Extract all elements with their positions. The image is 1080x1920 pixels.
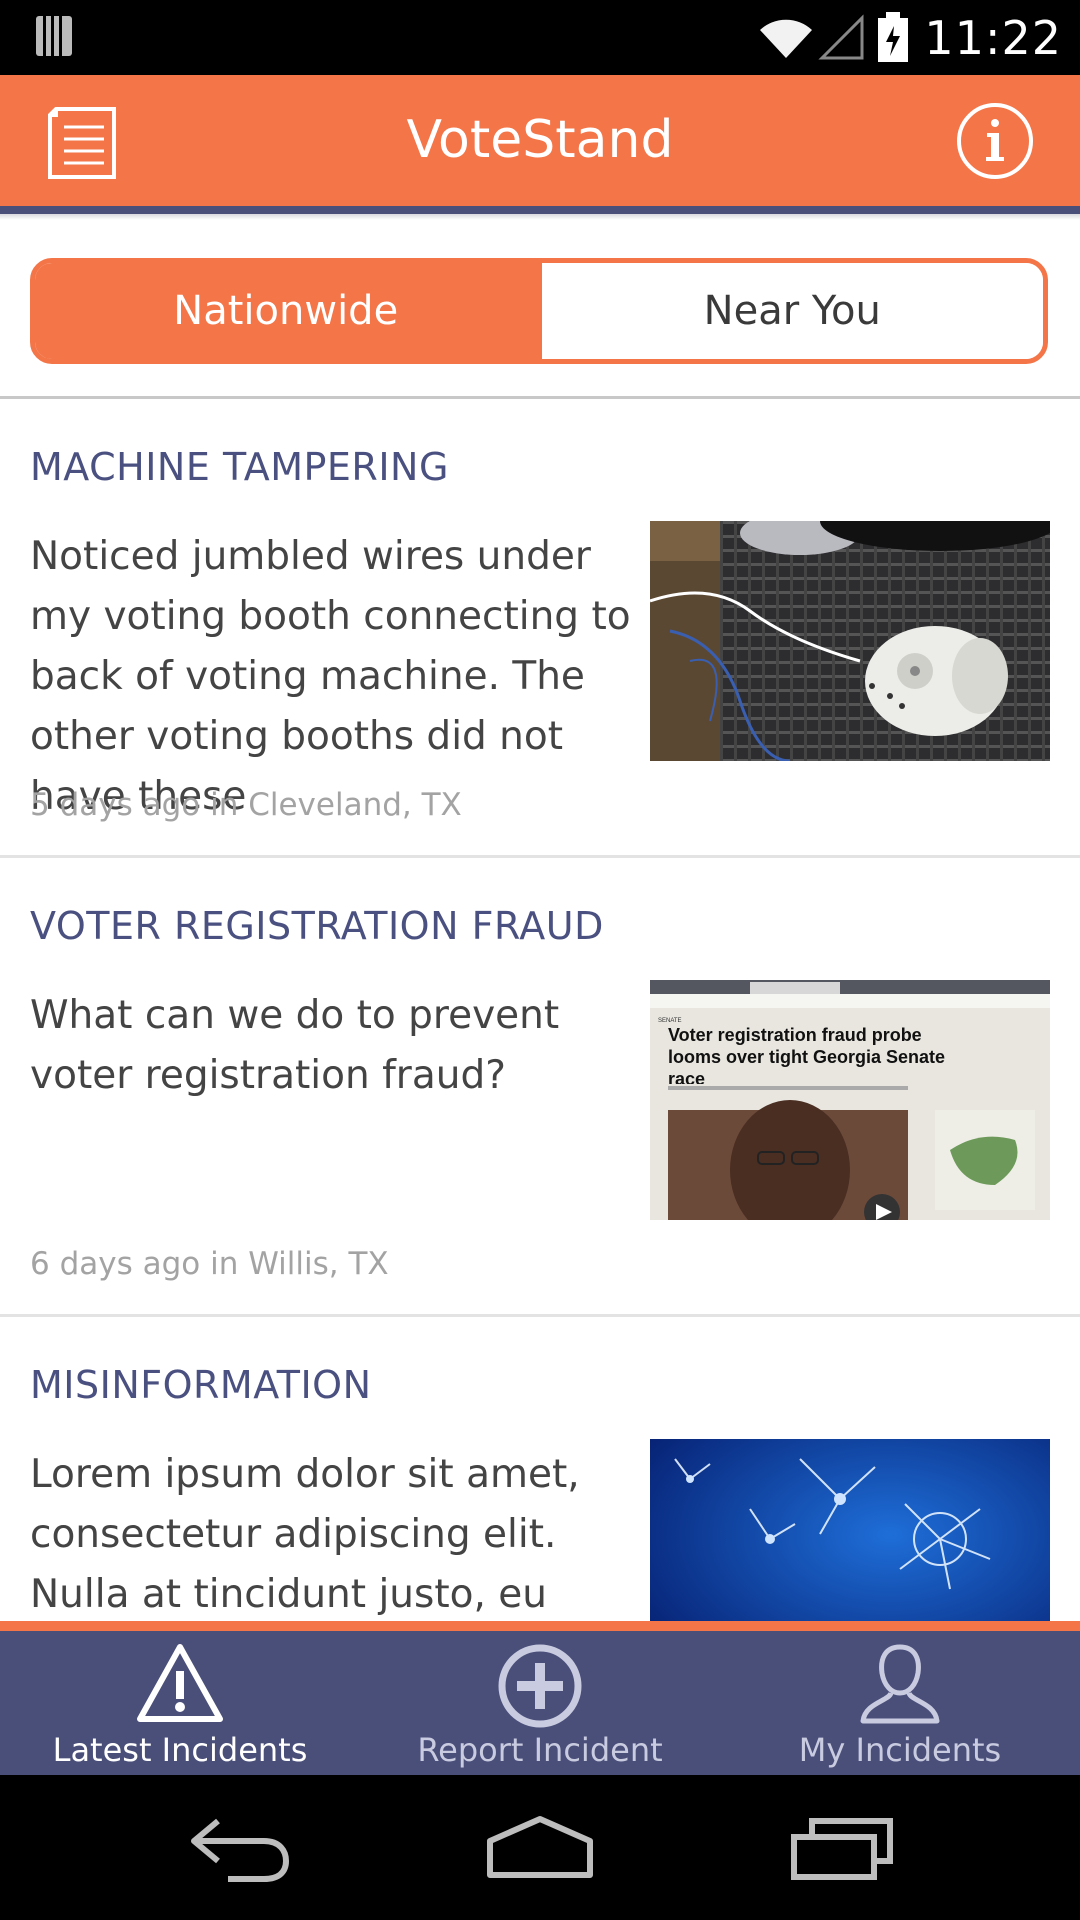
app-bar: VoteStand	[0, 75, 1080, 206]
app-bar-underline	[0, 206, 1080, 214]
system-nav-bar	[0, 1775, 1080, 1920]
scope-segmented-control: Nationwide Near You	[30, 258, 1048, 364]
incident-meta: 6 days ago in Willis, TX	[30, 1246, 389, 1282]
incident-meta: 5 days ago in Cleveland, TX	[30, 787, 462, 823]
incident-text: Noticed jumbled wires under my voting bo…	[30, 534, 631, 819]
incident-card[interactable]: MISINFORMATION Lorem ipsum dolor sit ame…	[0, 1317, 1080, 1621]
incident-category: MACHINE TAMPERING	[30, 445, 449, 489]
plus-circle-icon	[498, 1644, 582, 1728]
nav-label: Report Incident	[417, 1731, 663, 1769]
app-bar-shadow	[0, 214, 1080, 220]
incident-feed[interactable]: MACHINE TAMPERING Noticed jumbled wires …	[0, 399, 1080, 1621]
wifi-icon	[760, 19, 813, 58]
warning-icon	[137, 1644, 223, 1722]
person-icon	[860, 1644, 940, 1724]
segment-near-you[interactable]: Near You	[536, 263, 1043, 359]
status-time: 11:22	[924, 10, 1062, 65]
info-icon[interactable]	[956, 102, 1034, 180]
status-bar: 11:22	[0, 0, 1080, 75]
nav-my-incidents[interactable]: My Incidents	[720, 1631, 1080, 1775]
nav-label: My Incidents	[798, 1731, 1002, 1769]
nav-report-incident[interactable]: Report Incident	[360, 1631, 720, 1775]
incident-card[interactable]: MACHINE TAMPERING Noticed jumbled wires …	[0, 399, 1080, 858]
bottom-nav-accent	[0, 1621, 1080, 1631]
incident-category: VOTER REGISTRATION FRAUD	[30, 904, 604, 948]
incident-category: MISINFORMATION	[30, 1363, 372, 1407]
incident-thumbnail[interactable]: SENATE Voter registration fraud probe lo…	[650, 980, 1050, 1220]
incident-thumbnail[interactable]	[650, 1439, 1050, 1621]
incident-text: What can we do to prevent voter registra…	[30, 993, 560, 1098]
nav-latest-incidents[interactable]: Latest Incidents	[0, 1631, 360, 1775]
notification-icon	[36, 16, 72, 56]
incident-card[interactable]: VOTER REGISTRATION FRAUD What can we do …	[0, 858, 1080, 1317]
app-title: VoteStand	[406, 110, 674, 170]
incident-text: Lorem ipsum dolor sit amet, consectetur …	[30, 1452, 580, 1617]
home-icon[interactable]	[484, 1813, 596, 1883]
signal-icon	[818, 13, 864, 59]
back-icon[interactable]	[188, 1813, 292, 1883]
segment-nationwide[interactable]: Nationwide	[35, 263, 537, 359]
incident-thumbnail[interactable]	[650, 521, 1050, 761]
battery-icon	[878, 11, 909, 62]
recents-icon[interactable]	[790, 1813, 894, 1883]
bottom-nav: Latest Incidents Report Incident My Inci…	[0, 1631, 1080, 1775]
nav-label: Latest Incidents	[52, 1731, 308, 1769]
thumb-headline: Voter registration fraud probe looms ove…	[668, 1025, 946, 1084]
